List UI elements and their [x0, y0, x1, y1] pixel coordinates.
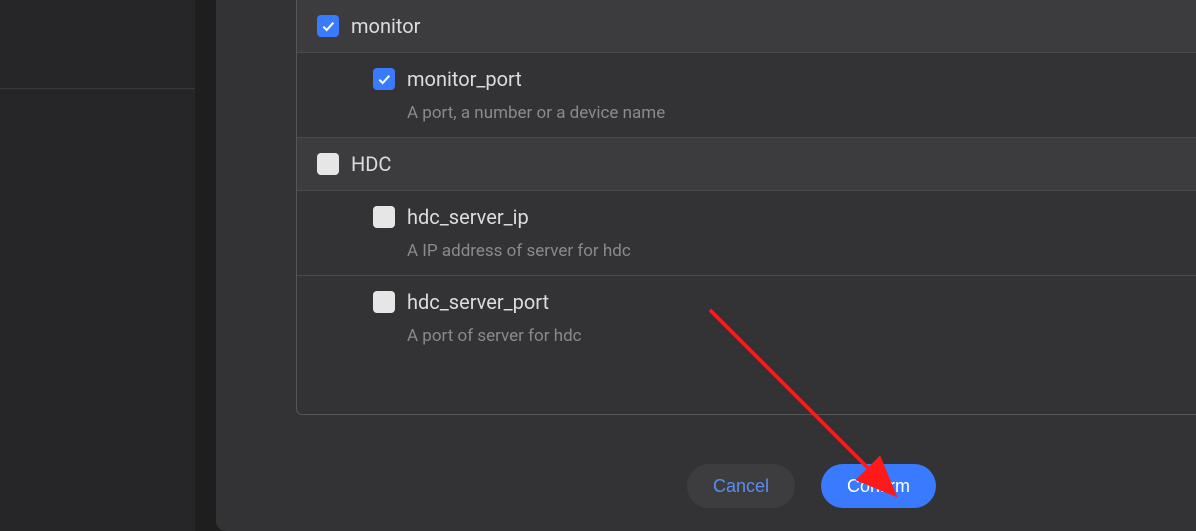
section-label: monitor [351, 14, 420, 38]
option-label: hdc_server_port [407, 290, 549, 314]
option-hdc-server-port[interactable]: hdc_server_port A port of server for hdc [297, 276, 1196, 360]
modal-footer: Cancel Confirm [216, 441, 1196, 531]
settings-modal: monitor monitor_port A port, a number or… [216, 0, 1196, 531]
checkbox-hdc-server-ip[interactable] [373, 206, 395, 228]
option-label: hdc_server_ip [407, 205, 529, 229]
options-list: monitor monitor_port A port, a number or… [296, 0, 1196, 415]
option-desc: A port, a number or a device name [407, 103, 1196, 123]
checkbox-monitor-port[interactable] [373, 68, 395, 90]
check-icon [376, 71, 392, 87]
checkbox-hdc-server-port[interactable] [373, 291, 395, 313]
checkbox-hdc[interactable] [317, 153, 339, 175]
checkbox-monitor[interactable] [317, 15, 339, 37]
cancel-button[interactable]: Cancel [687, 464, 795, 508]
option-label: monitor_port [407, 67, 522, 91]
confirm-button[interactable]: Confirm [821, 464, 936, 508]
option-monitor-port[interactable]: monitor_port A port, a number or a devic… [297, 53, 1196, 138]
option-desc: A port of server for hdc [407, 326, 1196, 346]
section-hdc[interactable]: HDC [297, 138, 1196, 191]
check-icon [320, 18, 336, 34]
left-panel [0, 0, 195, 531]
option-hdc-server-ip[interactable]: hdc_server_ip A IP address of server for… [297, 191, 1196, 276]
option-desc: A IP address of server for hdc [407, 241, 1196, 261]
section-monitor[interactable]: monitor [297, 0, 1196, 53]
section-label: HDC [351, 152, 391, 176]
